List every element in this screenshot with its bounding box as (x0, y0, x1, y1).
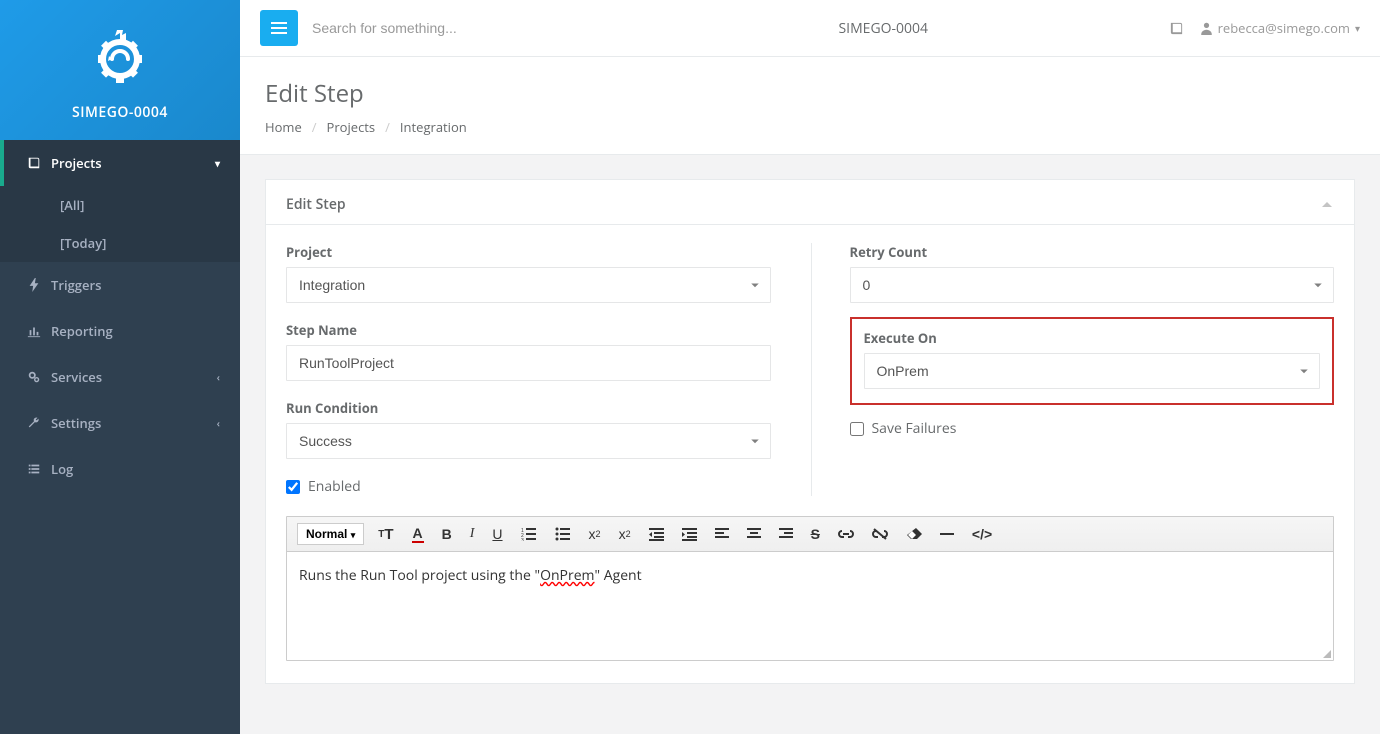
hamburger-button[interactable] (260, 10, 298, 46)
nav-link-today[interactable]: [Today] (0, 224, 240, 262)
underline-icon[interactable]: U (488, 524, 506, 544)
align-right-icon[interactable] (775, 526, 797, 542)
executeon-select[interactable]: OnPrem (864, 353, 1321, 389)
resize-handle[interactable] (287, 652, 1333, 660)
enabled-checkbox[interactable] (286, 480, 300, 494)
nav-link-settings[interactable]: Settings ‹ (0, 400, 240, 446)
enabled-label: Enabled (308, 477, 361, 496)
topbar-title: SIMEGO-0004 (598, 19, 1169, 38)
retrycount-select[interactable]: 0 (850, 267, 1335, 303)
unlink-icon[interactable] (868, 526, 892, 542)
nav-link-services[interactable]: Services ‹ (0, 354, 240, 400)
ordered-list-icon[interactable]: 123 (517, 525, 541, 543)
execute-on-highlight: Execute On OnPrem (850, 317, 1335, 405)
chevron-down-icon: ▾ (215, 156, 220, 170)
align-center-icon[interactable] (743, 526, 765, 542)
subscript-icon[interactable]: x2 (585, 524, 605, 544)
docs-link[interactable] (1169, 21, 1184, 36)
fontcolor-icon[interactable]: A (408, 523, 428, 545)
link-icon[interactable] (834, 527, 858, 541)
brand-logo (88, 25, 152, 89)
form-right: Retry Count 0 Execute On OnPrem (811, 243, 1335, 496)
eraser-icon[interactable] (902, 526, 926, 542)
bolt-icon (25, 278, 43, 292)
format-select[interactable]: Normal ▾ (297, 523, 364, 545)
main: SIMEGO-0004 rebecca@simego.com ▾ Edit St… (240, 0, 1380, 734)
panel-body: Project Integration Step Name Run Condi (266, 225, 1354, 683)
retrycount-label: Retry Count (850, 243, 1335, 261)
panel-header: Edit Step (266, 180, 1354, 225)
nav-link-all[interactable]: [All] (0, 186, 240, 224)
search-input[interactable] (298, 12, 598, 44)
strike-icon[interactable]: S (807, 524, 824, 544)
breadcrumb-projects[interactable]: Projects (327, 118, 376, 136)
book-icon (1169, 21, 1184, 36)
runcondition-label: Run Condition (286, 399, 771, 417)
superscript-icon[interactable]: x2 (615, 524, 635, 544)
stepname-label: Step Name (286, 321, 771, 339)
sidebar-header: SIMEGO-0004 (0, 0, 240, 140)
savefailures-label: Save Failures (872, 419, 957, 438)
edit-step-panel: Edit Step Project Integration (265, 179, 1355, 684)
italic-icon[interactable]: I (466, 524, 479, 544)
sidebar: SIMEGO-0004 Projects ▾ [All] [Today] Tri… (0, 0, 240, 734)
form-left: Project Integration Step Name Run Condi (286, 243, 771, 496)
page-title: Edit Step (265, 77, 1355, 110)
list-icon (25, 462, 43, 476)
project-select[interactable]: Integration (286, 267, 771, 303)
cogs-icon (25, 370, 43, 384)
outdent-icon[interactable] (645, 526, 668, 543)
project-label: Project (286, 243, 771, 261)
user-menu[interactable]: rebecca@simego.com ▾ (1200, 19, 1360, 37)
topbar-right: rebecca@simego.com ▾ (1169, 19, 1360, 37)
hr-icon[interactable] (936, 530, 958, 538)
spell-error: OnPrem (540, 566, 594, 585)
svg-text:3: 3 (521, 538, 524, 541)
nav-link-triggers[interactable]: Triggers (0, 262, 240, 308)
unordered-list-icon[interactable] (551, 525, 575, 543)
fontsize-icon[interactable]: TT (374, 524, 397, 545)
wrench-icon (25, 416, 43, 430)
nav-sub-projects: [All] [Today] (0, 186, 240, 262)
nav-list: Projects ▾ [All] [Today] Triggers Report… (0, 140, 240, 492)
breadcrumb: Home Projects Integration (265, 118, 1355, 136)
user-icon (1200, 21, 1213, 35)
nav-item-projects: Projects ▾ [All] [Today] (0, 140, 240, 262)
breadcrumb-home[interactable]: Home (265, 118, 302, 136)
panel-title: Edit Step (286, 195, 346, 214)
book-icon (25, 156, 43, 170)
chevron-left-icon: ‹ (217, 370, 220, 384)
bold-icon[interactable]: B (438, 524, 456, 544)
breadcrumb-current: Integration (400, 118, 467, 136)
chevron-left-icon: ‹ (217, 416, 220, 430)
topbar: SIMEGO-0004 rebecca@simego.com ▾ (240, 0, 1380, 57)
stepname-input[interactable] (286, 345, 771, 381)
editor-toolbar: Normal ▾ TT A B I U 123 x2 x2 (287, 517, 1333, 552)
brand-name: SIMEGO-0004 (0, 103, 240, 122)
rich-editor: Normal ▾ TT A B I U 123 x2 x2 (286, 516, 1334, 661)
runcondition-select[interactable]: Success (286, 423, 771, 459)
nav-link-reporting[interactable]: Reporting (0, 308, 240, 354)
nav-link-log[interactable]: Log (0, 446, 240, 492)
caret-down-icon: ▾ (1355, 21, 1360, 35)
nav-link-projects[interactable]: Projects ▾ (0, 140, 240, 186)
align-left-icon[interactable] (711, 526, 733, 542)
indent-icon[interactable] (678, 526, 701, 543)
chart-icon (25, 324, 43, 338)
savefailures-checkbox[interactable] (850, 422, 864, 436)
page-heading: Edit Step Home Projects Integration (240, 57, 1380, 155)
code-icon[interactable]: </> (968, 524, 996, 544)
nav-label-projects: Projects (51, 154, 102, 172)
collapse-icon[interactable] (1320, 198, 1334, 212)
user-email: rebecca@simego.com (1218, 19, 1350, 37)
executeon-label: Execute On (864, 329, 1321, 347)
content: Edit Step Project Integration (240, 155, 1380, 708)
editor-body[interactable]: Runs the Run Tool project using the "OnP… (287, 552, 1333, 652)
